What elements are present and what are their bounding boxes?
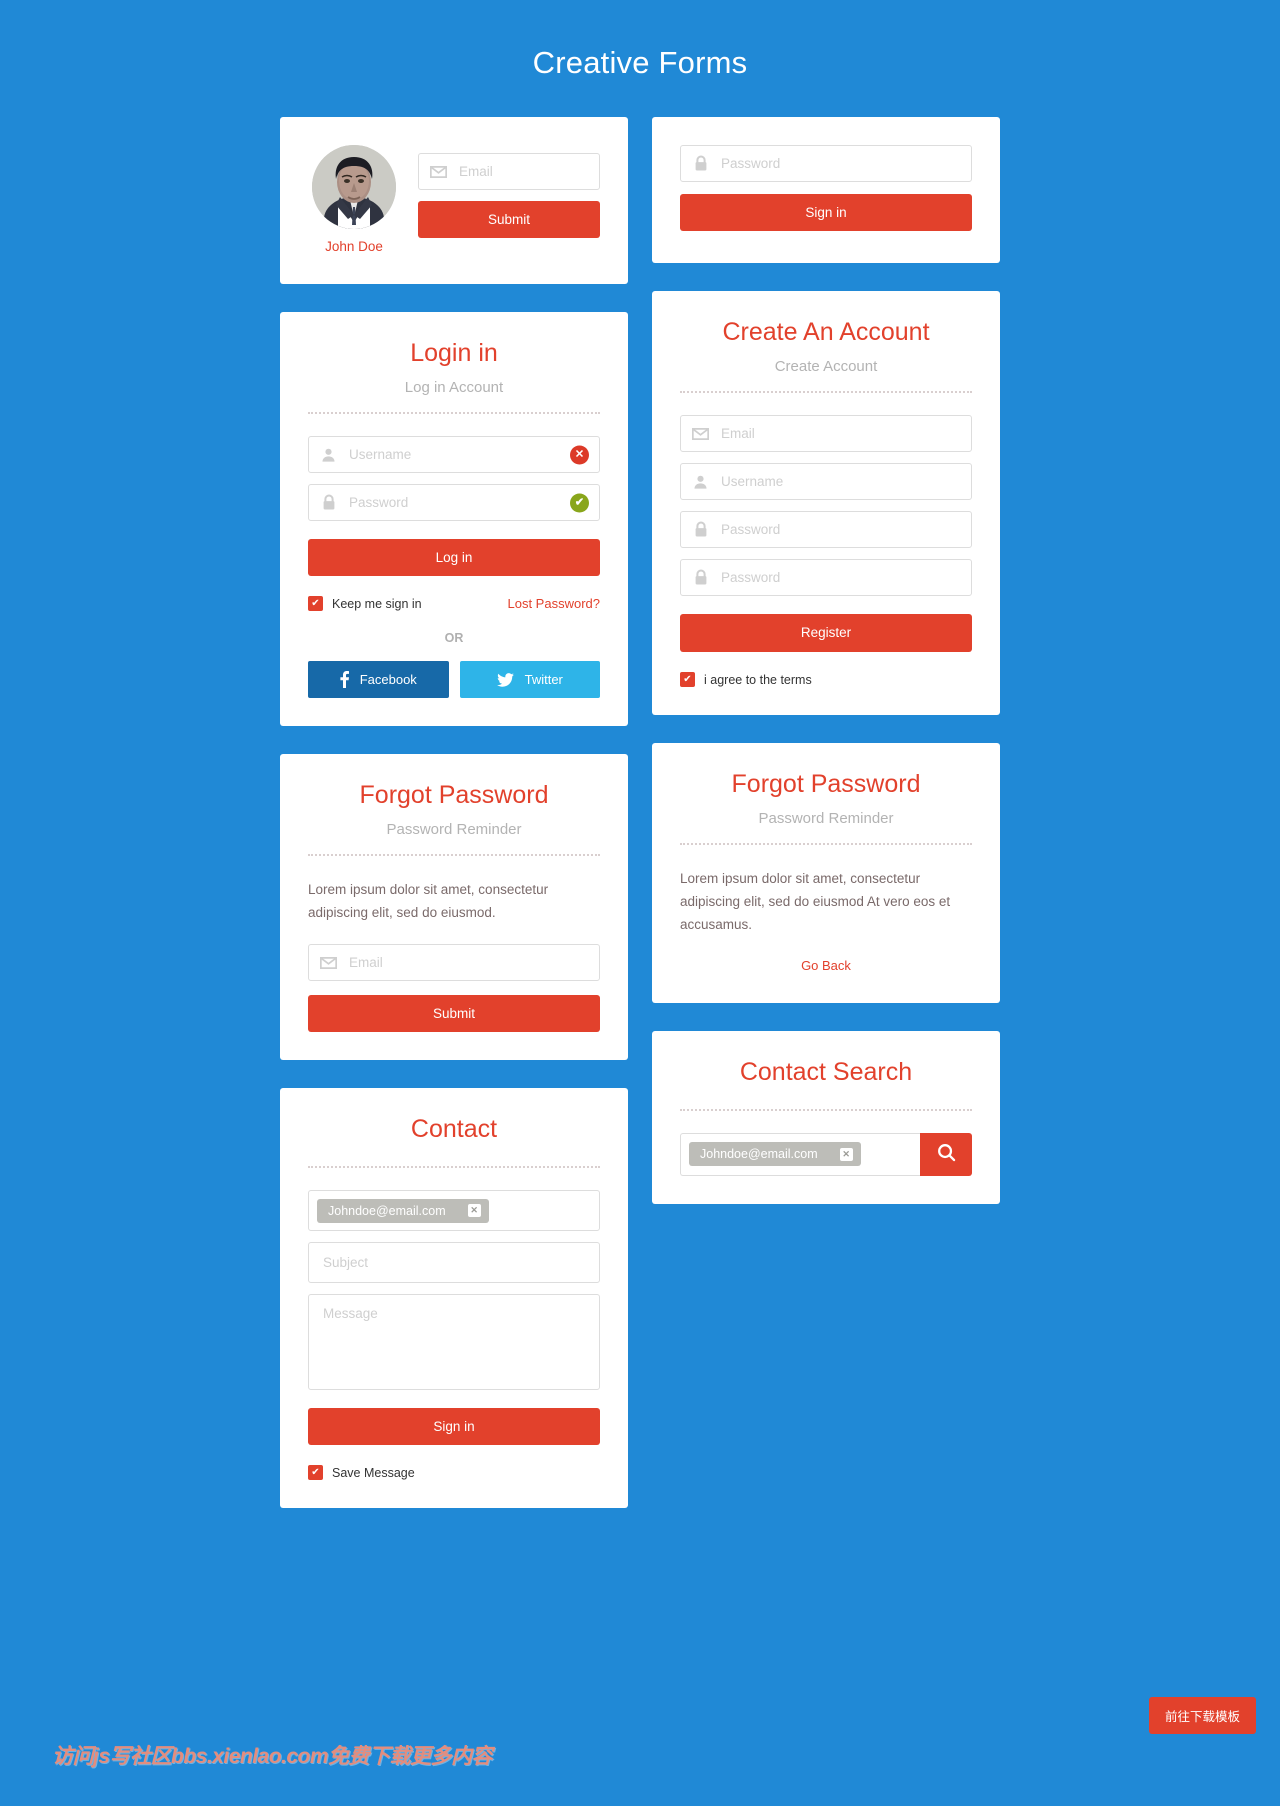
profile-side: John Doe (308, 145, 400, 254)
forgot-left-title: Forgot Password (359, 781, 549, 809)
contact-search-card: Contact Search Johndoe@email.com ✕ (652, 1030, 1000, 1204)
login-card-title: Login in (410, 339, 498, 367)
page-title: Creative Forms (532, 45, 748, 80)
contact-fields: Johndoe@email.com ✕ (308, 1190, 600, 1391)
lost-password-link[interactable]: Lost Password? (508, 596, 601, 611)
forgot-password-right-card: Forgot Password Password Reminder Lorem … (652, 743, 1000, 1003)
contact-email-chipbox[interactable]: Johndoe@email.com ✕ (308, 1190, 600, 1232)
keep-signed-label: Keep me sign in (332, 596, 422, 611)
contact-card: Contact Johndoe@email.com ✕ Sign in ✔ Sa… (280, 1088, 628, 1509)
facebook-icon (340, 671, 349, 688)
divider (308, 1166, 600, 1169)
social-buttons-row: Facebook Twitter (308, 661, 600, 698)
keep-signed-row[interactable]: ✔ Keep me sign in (308, 596, 422, 611)
username-field-wrap: ✕ (308, 436, 600, 473)
forgot-left-subtitle: Password Reminder (386, 821, 522, 838)
facebook-button[interactable]: Facebook (308, 661, 449, 698)
subject-input[interactable] (308, 1242, 600, 1284)
contact-signin-button[interactable]: Sign in (308, 1408, 600, 1446)
twitter-icon (496, 672, 514, 687)
profile-fields: Submit (418, 145, 600, 254)
signin-password-input[interactable] (680, 145, 972, 182)
register-password-input[interactable] (680, 511, 972, 548)
register-email-input[interactable] (680, 415, 972, 452)
forgot-email-input[interactable] (308, 944, 600, 982)
register-confirm-input[interactable] (680, 559, 972, 596)
right-column: Sign in Create An Account Create Account (652, 117, 1000, 1204)
login-card-subtitle: Log in Account (404, 379, 504, 396)
submit-button[interactable]: Submit (418, 201, 600, 238)
email-field-wrap (418, 153, 600, 190)
forms-grid: John Doe Submit Login in Log in Account (280, 117, 1000, 1509)
forgot-left-body: Lorem ipsum dolor sit amet, consectetur … (308, 882, 549, 921)
contact-search-row: Johndoe@email.com ✕ (680, 1132, 972, 1176)
email-input[interactable] (418, 153, 600, 190)
profile-email-card: John Doe Submit (280, 117, 628, 284)
error-icon: ✕ (570, 445, 589, 464)
forgot-right-subtitle: Password Reminder (758, 810, 894, 827)
save-message-row[interactable]: ✔ Save Message (308, 1465, 600, 1481)
login-options-row: ✔ Keep me sign in Lost Password? (308, 596, 600, 611)
signin-card: Sign in (652, 117, 1000, 263)
divider (308, 412, 600, 414)
terms-checkbox[interactable]: ✔ (680, 672, 695, 687)
save-message-label: Save Message (332, 1465, 415, 1480)
password-field-wrap: ✔ (308, 484, 600, 521)
close-icon[interactable]: ✕ (467, 1204, 481, 1218)
login-button[interactable]: Log in (308, 539, 600, 576)
password-input[interactable] (308, 484, 600, 521)
register-fields (680, 415, 972, 596)
search-button[interactable] (920, 1132, 972, 1176)
register-username-field-wrap (680, 463, 972, 500)
signin-password-field-wrap (680, 145, 972, 182)
search-icon (937, 1143, 956, 1165)
forgot-submit-button[interactable]: Submit (308, 995, 600, 1033)
email-chip-label: Johndoe@email.com (328, 1203, 446, 1218)
register-confirm-field-wrap (680, 559, 972, 596)
login-card: Login in Log in Account ✕ ✔ (280, 312, 628, 726)
forgot-email-field-wrap (308, 944, 600, 982)
signin-button[interactable]: Sign in (680, 194, 972, 231)
message-textarea[interactable] (308, 1294, 600, 1391)
register-card: Create An Account Create Account Email U… (652, 291, 1000, 715)
login-fields: ✕ ✔ (308, 436, 600, 521)
divider (680, 843, 972, 845)
username-input[interactable] (308, 436, 600, 473)
watermark: 访问јѕ写社区bbs.xienlao.com免费下载更多内容 (52, 1745, 493, 1768)
go-back-wrap: Go Back (680, 957, 972, 975)
register-password-field-wrap (680, 511, 972, 548)
email-chip-label: Johndoe@email.com (700, 1147, 818, 1162)
contact-title: Contact (410, 1115, 498, 1144)
twitter-label: Twitter (524, 672, 563, 687)
search-chipbox[interactable]: Johndoe@email.com ✕ (680, 1132, 920, 1176)
terms-row[interactable]: ✔ i agree to the terms (680, 672, 972, 687)
go-back-link[interactable]: Go Back (801, 958, 851, 973)
divider (680, 391, 972, 393)
divider (308, 854, 600, 856)
email-chip: Johndoe@email.com ✕ (317, 1198, 489, 1223)
register-subtitle: Create Account (774, 358, 878, 375)
forgot-right-title: Forgot Password (731, 770, 921, 798)
register-email-field-wrap (680, 415, 972, 452)
avatar (312, 145, 396, 229)
left-column: John Doe Submit Login in Log in Account (280, 117, 628, 1509)
divider (680, 1108, 972, 1111)
terms-label: i agree to the terms (704, 672, 812, 687)
avatar-name: John Doe (325, 239, 383, 254)
contact-search-title: Contact Search (739, 1057, 913, 1086)
register-button[interactable]: Register (680, 614, 972, 652)
facebook-label: Facebook (359, 672, 417, 687)
twitter-button[interactable]: Twitter (459, 661, 600, 698)
register-title: Create An Account (722, 318, 930, 346)
download-template-button[interactable]: 前往下载模板 (1148, 1697, 1256, 1734)
save-message-checkbox[interactable]: ✔ (308, 1465, 323, 1481)
or-separator: OR (444, 631, 464, 645)
register-username-input[interactable] (680, 463, 972, 500)
valid-icon: ✔ (570, 493, 589, 512)
close-icon[interactable]: ✕ (839, 1147, 853, 1161)
forgot-password-left-card: Forgot Password Password Reminder Lorem … (280, 754, 628, 1061)
forgot-right-body: Lorem ipsum dolor sit amet, consectetur … (680, 871, 951, 933)
email-chip: Johndoe@email.com ✕ (689, 1142, 861, 1167)
keep-signed-checkbox[interactable]: ✔ (308, 596, 323, 611)
